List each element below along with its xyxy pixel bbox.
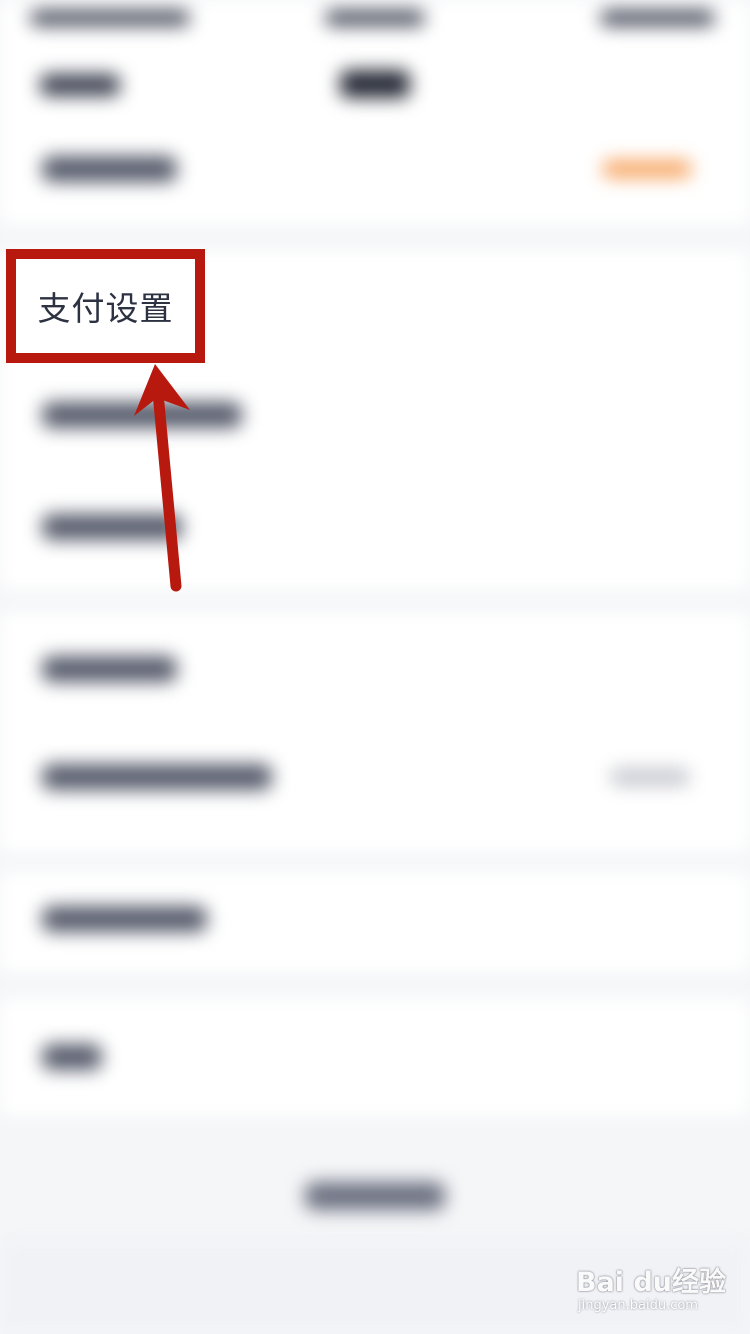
- settings-section-about: [0, 998, 750, 1116]
- settings-row-account-badge: [602, 160, 692, 178]
- watermark-url: jingyan.baidu.com: [578, 1298, 698, 1313]
- page-title: [340, 70, 410, 98]
- settings-section-privacy: [0, 872, 750, 972]
- settings-row-5-value: [610, 768, 690, 786]
- status-carrier: [30, 10, 190, 26]
- settings-row-5[interactable]: [42, 764, 272, 790]
- settings-section-general: [0, 612, 750, 852]
- payment-settings-label[interactable]: 支付设置: [38, 282, 174, 330]
- status-bar: [0, 0, 750, 40]
- settings-row-7[interactable]: [42, 1044, 102, 1070]
- back-button[interactable]: [40, 74, 120, 96]
- status-battery: [600, 10, 715, 26]
- settings-row-2[interactable]: [42, 402, 242, 428]
- logout-button[interactable]: [305, 1182, 445, 1210]
- highlight-box: 支付设置: [6, 249, 205, 363]
- baidu-jingyan-watermark: Bai du经验 jingyan.baidu.com: [570, 1246, 726, 1322]
- settings-row-3[interactable]: [42, 514, 182, 540]
- settings-row-4[interactable]: [42, 656, 177, 682]
- settings-row-account[interactable]: [42, 156, 177, 182]
- nav-bar: [0, 40, 750, 130]
- settings-row-6[interactable]: [42, 906, 207, 932]
- watermark-logo: Bai du经验: [576, 1267, 727, 1298]
- settings-section-account: [0, 130, 750, 225]
- status-time: [325, 10, 425, 26]
- blurred-settings-screen: [0, 0, 750, 1334]
